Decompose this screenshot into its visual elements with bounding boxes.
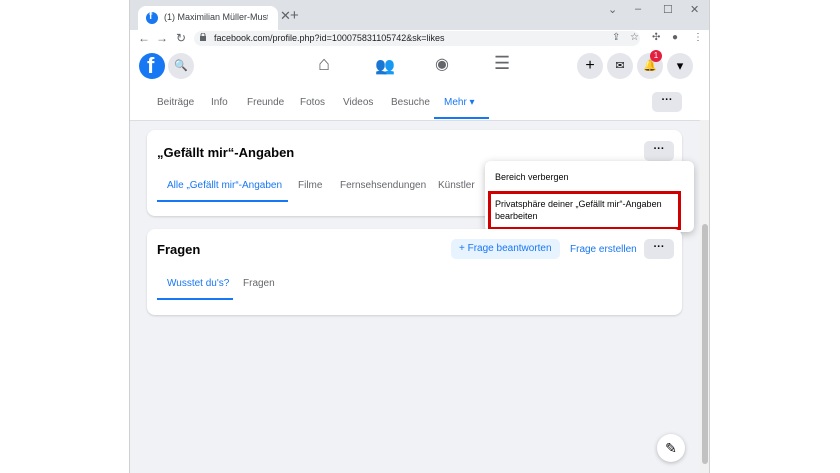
create-plus-icon[interactable]: + [577,53,603,79]
account-caret-icon[interactable]: ▾ [667,53,693,79]
profile-tabs: Beiträge Info Freunde Fotos Videos Besuc… [130,86,709,121]
address-toolbar: ← → ↻ facebook.com/profile.php?id=100075… [130,30,709,48]
menu-item-edit-privacy[interactable]: Privatsphäre deiner „Gefällt mir“-Angabe… [495,198,675,222]
create-question-button[interactable]: Frage erstellen [570,244,637,255]
facebook-header: 🔍 ⌂ 👥 ◉ ☰ + ✉ 🔔 1 ▾ [130,48,709,87]
back-icon[interactable]: ← [138,31,150,45]
groups-icon[interactable]: ◉ [435,54,449,74]
tab-info[interactable]: Info [211,97,228,108]
address-bar[interactable]: facebook.com/profile.php?id=100075831105… [194,31,640,46]
browser-window: (1) Maximilian Müller-Musterma ✕ + ⌄ – ☐… [129,0,710,473]
subtab-fragen[interactable]: Fragen [243,278,275,289]
subtab-filme[interactable]: Filme [298,180,322,191]
likes-card-title: „Gefällt mir“-Angaben [157,145,295,160]
tab-strip: (1) Maximilian Müller-Musterma ✕ + ⌄ – ☐… [130,0,709,30]
tab-fotos[interactable]: Fotos [300,97,325,108]
home-icon[interactable]: ⌂ [318,53,330,76]
search-icon[interactable]: 🔍 [168,53,194,79]
questions-more-button[interactable]: ··· [644,239,674,259]
tab-search-icon[interactable]: ⌄ [608,3,617,16]
subtab-wusstet-du[interactable]: Wusstet du's? [167,278,229,289]
facebook-favicon-icon [146,11,158,24]
subtab-fernsehsendungen[interactable]: Fernsehsendungen [340,180,426,191]
url-text: facebook.com/profile.php?id=100075831105… [214,33,445,43]
close-window-icon[interactable]: ✕ [690,3,699,16]
friends-icon[interactable]: 👥 [375,56,395,76]
share-icon[interactable]: ⇪ [612,32,620,43]
answer-question-button[interactable]: + Frage beantworten [451,239,560,259]
messenger-icon[interactable]: ✉ [607,53,633,79]
likes-subtab-indicator [157,200,288,202]
questions-card-title: Fragen [157,242,201,257]
scrollbar[interactable] [700,120,709,473]
profile-icon[interactable]: ● [672,32,678,43]
profile-more-button[interactable]: ··· [652,92,682,112]
likes-more-button[interactable]: ··· [644,141,674,161]
forward-icon[interactable]: → [156,31,168,45]
active-tab-indicator [434,117,489,119]
maximize-icon[interactable]: ☐ [663,3,673,16]
browser-tab[interactable]: (1) Maximilian Müller-Musterma [138,6,278,30]
facebook-logo-icon[interactable] [139,53,165,79]
questions-card: Fragen + Frage beantworten Frage erstell… [147,229,682,315]
new-tab-icon[interactable]: + [290,7,299,24]
minimize-icon[interactable]: – [635,3,641,15]
questions-subtab-indicator [157,298,233,300]
new-message-edit-icon[interactable]: ✎ [657,434,685,462]
tab-freunde[interactable]: Freunde [247,97,284,108]
lock-icon [200,33,206,41]
notification-badge: 1 [650,50,662,62]
tab-besuche[interactable]: Besuche [391,97,430,108]
scrollbar-thumb[interactable] [702,224,708,464]
tab-title: (1) Maximilian Müller-Musterma [164,12,268,22]
extensions-icon[interactable]: ✣ [652,32,660,43]
menu-icon[interactable]: ☰ [494,53,510,74]
tab-mehr[interactable]: Mehr ▾ [444,97,475,108]
tab-beitraege[interactable]: Beiträge [157,97,194,108]
browser-menu-icon[interactable]: ⋮ [693,32,703,43]
likes-options-menu: Bereich verbergen Privatsphäre deiner „G… [485,161,694,232]
subtab-kuenstler[interactable]: Künstler [438,180,475,191]
tab-videos[interactable]: Videos [343,97,373,108]
star-icon[interactable]: ☆ [630,32,639,43]
reload-icon[interactable]: ↻ [176,31,186,45]
subtab-all-likes[interactable]: Alle „Gefällt mir“-Angaben [167,180,282,191]
menu-item-hide-section[interactable]: Bereich verbergen [495,172,569,182]
